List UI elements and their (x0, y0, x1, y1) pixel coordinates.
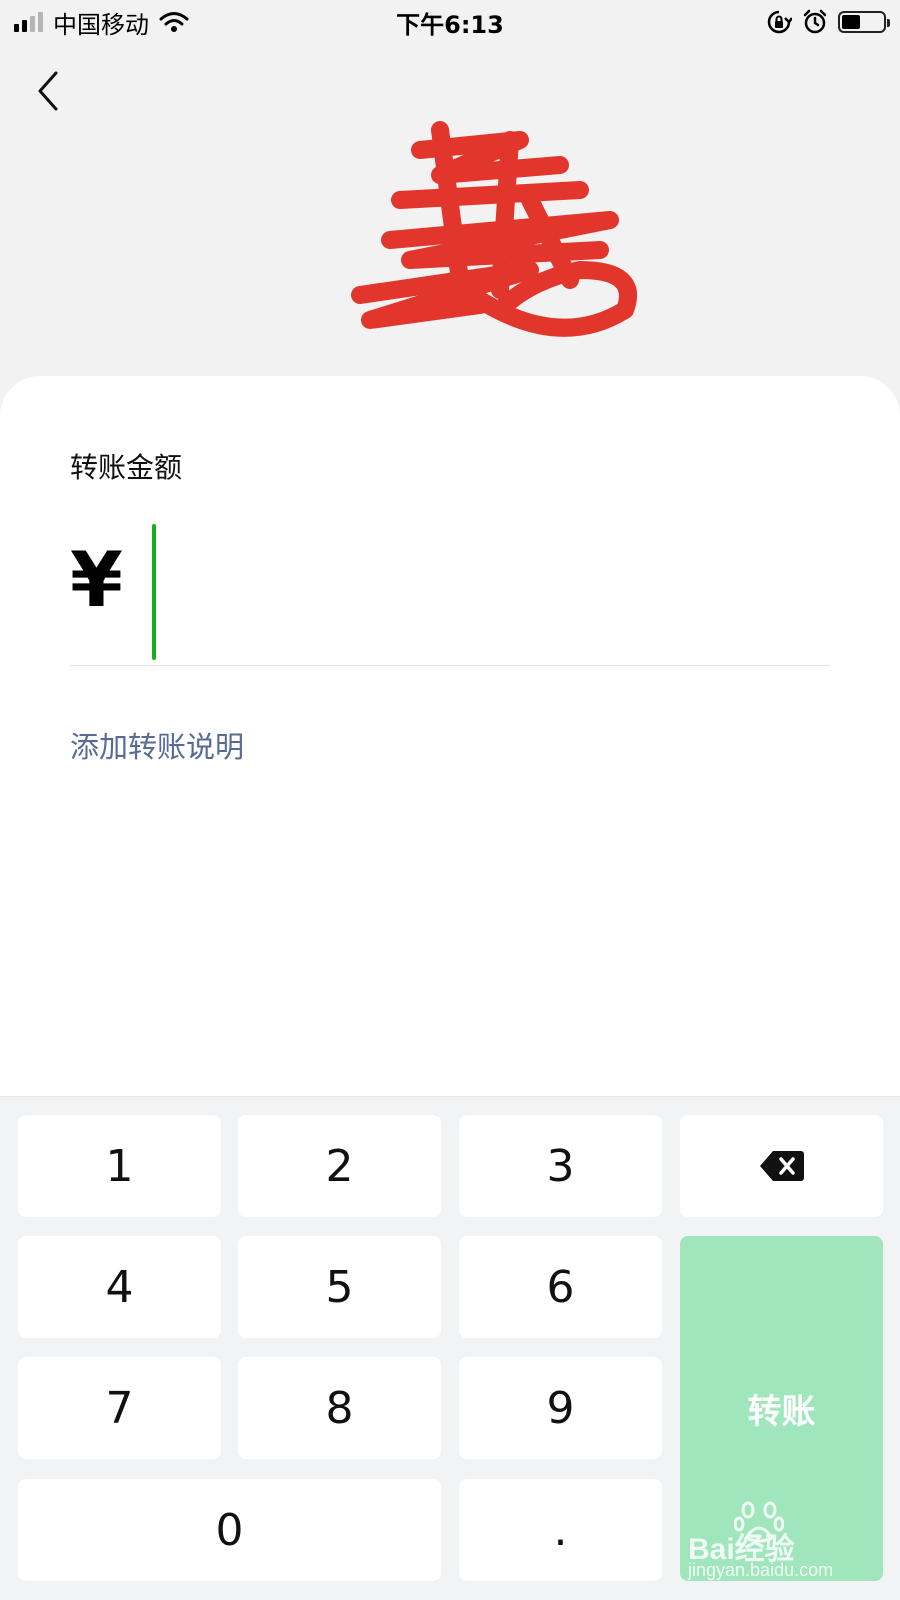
key-decimal[interactable]: . (459, 1479, 662, 1581)
key-5[interactable]: 5 (238, 1236, 441, 1338)
battery-icon (838, 11, 890, 33)
delete-key[interactable] (680, 1115, 883, 1217)
key-0[interactable]: 0 (18, 1479, 441, 1581)
key-8[interactable]: 8 (238, 1357, 441, 1459)
alarm-icon (803, 9, 827, 34)
key-4[interactable]: 4 (18, 1236, 221, 1338)
key-9[interactable]: 9 (459, 1357, 662, 1459)
status-bar: 中国移动 下午6:13 (0, 0, 900, 44)
carrier-name: 中国移动 (53, 10, 149, 39)
key-7[interactable]: 7 (18, 1357, 221, 1459)
key-6[interactable]: 6 (459, 1236, 662, 1338)
transfer-card: 转账金额 ¥ 添加转账说明 (0, 376, 900, 1096)
status-left: 中国移动 (14, 5, 189, 40)
amount-input[interactable]: ¥ (70, 524, 830, 666)
watermark-url: jingyan.baidu.com (688, 1560, 834, 1580)
key-2[interactable]: 2 (238, 1115, 441, 1217)
amount-label: 转账金额 (70, 451, 183, 484)
transfer-screen: 中国移动 下午6:13 转账金额 ¥ 添加转账说明 1 2 3 4 5 6 7 … (0, 0, 900, 1600)
payee-redacted (330, 110, 660, 350)
rotation-lock-icon (767, 10, 792, 34)
add-transfer-note-link[interactable]: 添加转账说明 (70, 724, 244, 766)
battery-level (842, 15, 860, 29)
backspace-icon (759, 1151, 804, 1181)
key-3[interactable]: 3 (459, 1115, 662, 1217)
status-right (766, 9, 890, 35)
baidu-jingyan-watermark: Bai经验 jingyan.baidu.com (688, 1500, 858, 1580)
text-cursor (152, 524, 156, 660)
key-1[interactable]: 1 (18, 1115, 221, 1217)
signal-icon (14, 12, 43, 32)
redaction-scribble (351, 121, 637, 337)
currency-symbol: ¥ (70, 535, 123, 624)
wifi-icon (159, 12, 189, 32)
chevron-left-icon (38, 71, 58, 111)
back-button[interactable] (28, 66, 68, 116)
